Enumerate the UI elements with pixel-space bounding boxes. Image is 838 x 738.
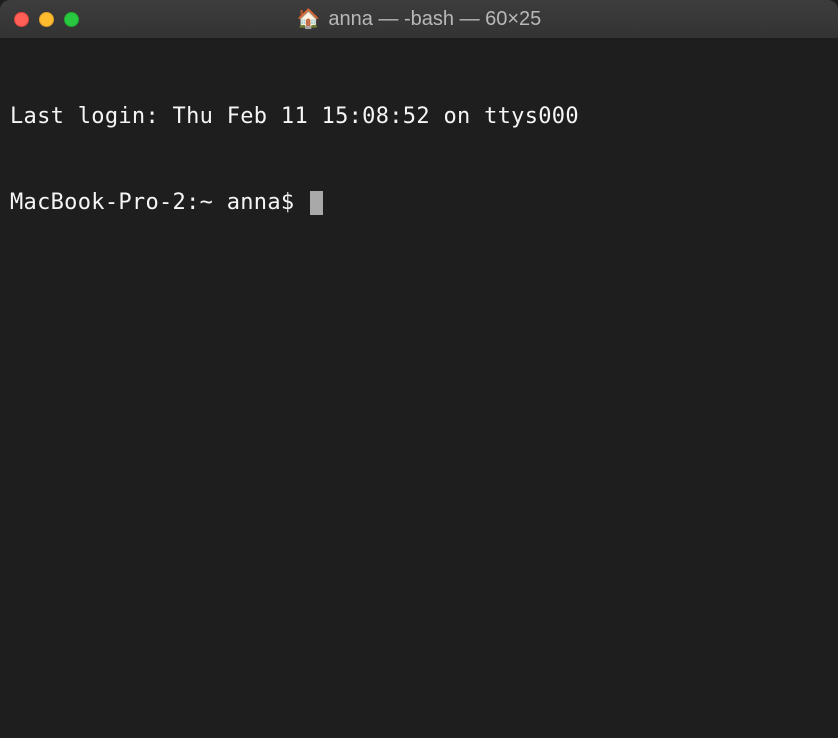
home-icon: 🏠 [297,10,321,29]
terminal-body[interactable]: Last login: Thu Feb 11 15:08:52 on ttys0… [0,38,838,738]
close-icon[interactable] [14,12,29,27]
maximize-icon[interactable] [64,12,79,27]
titlebar[interactable]: 🏠 anna — -bash — 60×25 [0,0,838,38]
prompt-text: MacBook-Pro-2:~ anna$ [10,189,308,218]
prompt-line: MacBook-Pro-2:~ anna$ [10,189,828,218]
window-title-wrap: 🏠 anna — -bash — 60×25 [0,8,838,31]
window-title: anna — -bash — 60×25 [328,8,541,31]
cursor-block [310,191,323,215]
traffic-lights [14,12,79,27]
last-login-line: Last login: Thu Feb 11 15:08:52 on ttys0… [10,103,828,132]
minimize-icon[interactable] [39,12,54,27]
terminal-window: 🏠 anna — -bash — 60×25 Last login: Thu F… [0,0,838,738]
